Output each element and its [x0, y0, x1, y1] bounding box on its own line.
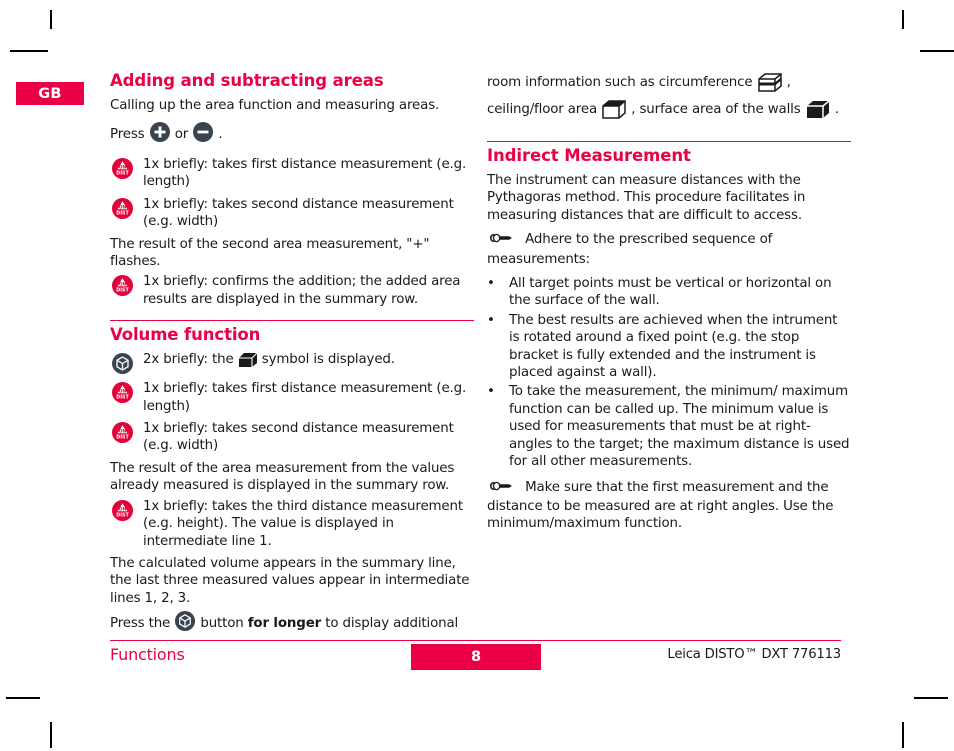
pointing-hand-icon [487, 479, 521, 498]
svg-text:DIST: DIST [116, 395, 129, 401]
third-step-text: 1x briefly: takes the third distance mea… [143, 498, 463, 549]
minus-button-icon [192, 121, 214, 148]
continuation-text-1: room information such as circumference [487, 75, 753, 90]
svg-text:ON: ON [118, 204, 126, 210]
left-column: Adding and subtracting areas Calling up … [110, 71, 474, 645]
step-text: 1x briefly: takes first distance measure… [143, 156, 467, 190]
section-divider [110, 320, 474, 322]
volume-step-text: 1x briefly: takes second distance measur… [143, 421, 454, 454]
bullet-marker: • [487, 384, 495, 400]
footer-divider [110, 640, 841, 641]
bullet-marker: • [487, 312, 495, 328]
heading-adding-subtracting-areas: Adding and subtracting areas [110, 71, 384, 90]
area-result-note: The result of the area measurement from … [110, 460, 455, 494]
continuation-text-4: . [834, 102, 839, 118]
on-dist-button-icon: ON DIST [110, 157, 134, 180]
svg-text:DIST: DIST [116, 288, 129, 294]
volume-step-row: ON DIST 1x briefly: takes second distanc… [110, 420, 474, 455]
language-tab-label: GB [38, 85, 62, 102]
svg-text:ON: ON [118, 388, 126, 394]
svg-text:ON: ON [118, 428, 126, 434]
svg-text:ON: ON [118, 164, 126, 170]
press-or-label: or [174, 127, 189, 143]
third-step-row: ON DIST 1x briefly: takes the third dist… [110, 498, 474, 550]
on-dist-button-icon: ON DIST [110, 197, 134, 220]
volume-button-icon [174, 610, 196, 637]
bullet-item: • To take the measurement, the minimum/ … [487, 383, 851, 470]
volume-step-text: 1x briefly: takes first distance measure… [143, 381, 467, 414]
press-longer-line: Press the button for longer to display a… [110, 610, 474, 637]
note-right-angles: Make sure that the first measurement and… [487, 479, 851, 533]
note-right-angles-text: Make sure that the first measurement and… [487, 479, 834, 532]
manual-page: GB Adding and subtracting areas Calling … [0, 0, 954, 751]
on-dist-button-icon: ON DIST [110, 499, 134, 522]
language-tab-gb: GB [16, 82, 84, 105]
confirm-step-row: ON DIST 1x briefly: confirms the additio… [110, 273, 474, 308]
intro-text: Calling up the area function and measuri… [110, 97, 440, 113]
plus-button-icon [149, 121, 171, 148]
continuation-paragraph: room information such as circumference ,… [487, 72, 851, 127]
svg-text:ON: ON [118, 282, 126, 288]
result-note: The result of the second area measuremen… [110, 236, 430, 269]
bullet-text: All target points must be vertical or ho… [509, 275, 832, 309]
on-dist-button-icon: ON DIST [110, 274, 134, 297]
volume-step-row: 2x briefly: the symbol is displayed. [110, 351, 474, 375]
walls-cube-symbol [805, 99, 831, 126]
svg-text:DIST: DIST [116, 434, 129, 440]
step-text: 1x briefly: takes second distance measur… [143, 196, 454, 230]
volume-cube-symbol [238, 352, 258, 373]
bullet-list: • All target points must be vertical or … [487, 275, 851, 471]
press-longer-middle: button [200, 616, 244, 632]
note-sequence: Adhere to the prescribed sequence of mea… [487, 231, 851, 268]
circumference-cube-symbol [757, 72, 783, 99]
step-row: ON DIST 1x briefly: takes first distance… [110, 156, 474, 191]
svg-text:DIST: DIST [116, 210, 129, 216]
section-divider [487, 140, 851, 142]
bullet-marker: • [487, 275, 495, 291]
press-longer-bold: for longer [247, 616, 322, 632]
svg-text:DIST: DIST [116, 170, 129, 176]
pointing-hand-icon [487, 231, 521, 250]
continuation-text-3: , surface area of the walls [631, 102, 801, 118]
heading-volume-function: Volume function [110, 325, 261, 345]
ceiling-floor-cube-symbol [601, 99, 627, 126]
press-label: Press [110, 127, 145, 143]
on-dist-button-icon: ON DIST [110, 421, 134, 444]
svg-text:ON: ON [118, 506, 126, 512]
bullet-item: • All target points must be vertical or … [487, 275, 851, 310]
volume-button-icon [110, 352, 134, 375]
step-row: ON DIST 1x briefly: takes second distanc… [110, 196, 474, 231]
volume-step-text-before: 2x briefly: the [143, 352, 234, 368]
indirect-intro: The instrument can measure distances wit… [487, 172, 806, 223]
volume-step-text-after: symbol is displayed. [261, 352, 395, 368]
right-column: room information such as circumference ,… [487, 72, 851, 540]
press-longer-prefix: Press the [110, 616, 171, 632]
svg-text:DIST: DIST [116, 512, 129, 518]
page-number: 8 [470, 649, 482, 665]
bullet-item: • The best results are achieved when the… [487, 312, 851, 382]
volume-result-note: The calculated volume appears in the sum… [110, 555, 470, 606]
footer-product-label: Leica DISTO™ DXT 776113 [667, 647, 841, 662]
bullet-text: The best results are achieved when the i… [509, 312, 838, 381]
confirm-step-text: 1x briefly: confirms the addition; the a… [143, 274, 461, 307]
press-period: . [218, 127, 223, 143]
footer-section-label: Functions [110, 645, 185, 664]
heading-indirect-measurement: Indirect Measurement [487, 145, 691, 165]
volume-step-row: ON DIST 1x briefly: takes first distance… [110, 380, 474, 415]
bullet-text: To take the measurement, the minimum/ ma… [509, 384, 850, 470]
volume-step-text: 2x briefly: the symbol is displayed. [143, 351, 395, 373]
press-longer-suffix: to display additional [325, 616, 459, 632]
on-dist-button-icon: ON DIST [110, 381, 134, 404]
press-plus-minus-line: Press or . [110, 121, 474, 148]
note-sequence-text: Adhere to the prescribed sequence of mea… [487, 232, 773, 267]
page-number-badge: 8 [411, 644, 541, 670]
